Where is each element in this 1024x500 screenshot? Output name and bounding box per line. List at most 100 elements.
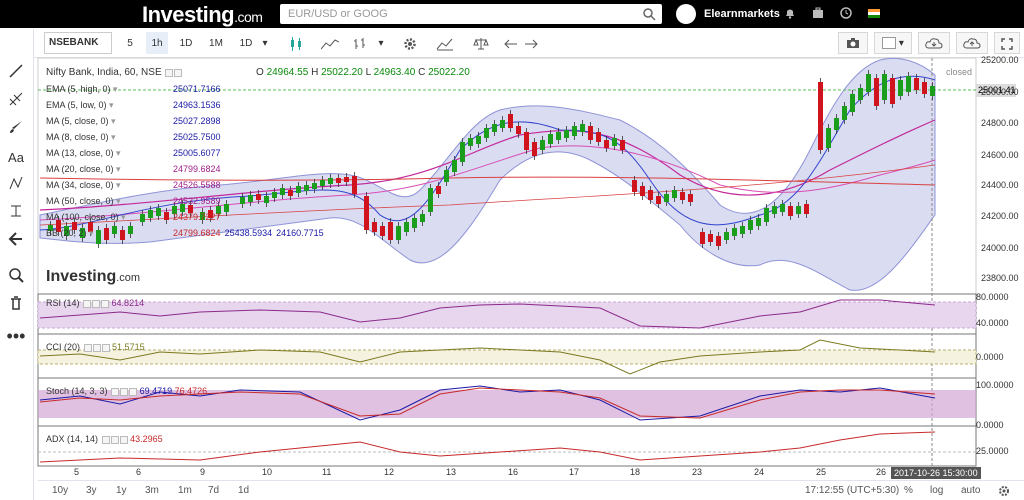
interval-1D-button[interactable]: 1D [174, 32, 198, 54]
redo-icon [525, 39, 538, 49]
cci-settings[interactable] [92, 343, 101, 352]
range-7d[interactable]: 7d [208, 485, 219, 496]
auto-toggle[interactable]: auto [961, 485, 980, 496]
compare-button[interactable] [468, 32, 494, 54]
cci-label: CCI (20) [46, 342, 81, 352]
high-label: H [311, 67, 319, 78]
stoch-close[interactable] [129, 387, 138, 396]
bars-chart-type-button[interactable] [348, 32, 372, 54]
chevron-down-icon[interactable]: ▾ [114, 148, 121, 158]
chevron-down-icon[interactable]: ▾ [114, 164, 121, 174]
measure-tool[interactable] [5, 203, 27, 225]
brush-tool[interactable] [5, 119, 27, 141]
gear-icon[interactable] [998, 485, 1010, 497]
range-3m[interactable]: 3m [145, 485, 159, 496]
log-toggle[interactable]: log [930, 485, 943, 496]
adx-toggle[interactable] [101, 435, 110, 444]
cloud-download-icon [925, 38, 943, 49]
rsi-settings[interactable] [92, 299, 101, 308]
candle-body [724, 232, 729, 240]
chart-title-row: Nifty Bank, India, 60, NSE [46, 67, 183, 78]
fullscreen-button[interactable] [994, 32, 1020, 54]
adx-settings[interactable] [110, 435, 119, 444]
rsi-toggle[interactable] [83, 299, 92, 308]
color-swatch [882, 37, 897, 50]
candle-body [500, 120, 505, 128]
briefcase-icon[interactable] [812, 7, 824, 19]
chevron-down-icon[interactable]: ▾ [87, 228, 94, 238]
interval-1M-button[interactable]: 1M [204, 32, 228, 54]
indicator-row: MA (20, close, 0) ▾ 24799.6824 [46, 162, 221, 178]
candle-body [740, 226, 745, 234]
zoom-tool[interactable] [5, 267, 27, 289]
settings-button[interactable] [398, 32, 422, 54]
settings-toggle[interactable] [174, 68, 183, 77]
interval-1h-button[interactable]: 1h [146, 32, 168, 54]
chevron-down-icon[interactable]: ▾ [109, 132, 116, 142]
snapshot-button[interactable] [838, 32, 868, 54]
range-1m[interactable]: 1m [178, 485, 192, 496]
undo-button[interactable] [500, 32, 522, 54]
candle-body [914, 78, 919, 90]
indicator-value: 24379.7227 [173, 212, 221, 222]
chevron-down-icon[interactable]: ▾ [114, 196, 121, 206]
chevron-down-icon[interactable]: ▾ [111, 84, 118, 94]
cci-axis-0: 0.0000 [976, 352, 1004, 362]
rsi-close[interactable] [101, 299, 110, 308]
range-1d[interactable]: 1d [238, 485, 249, 496]
candle-body [672, 190, 677, 198]
interval-dropdown[interactable]: 1D [234, 32, 258, 54]
chevron-down-icon[interactable]: ▾ [107, 100, 114, 110]
pattern-tool[interactable] [5, 175, 27, 197]
fib-tool[interactable] [5, 91, 27, 113]
redo-button[interactable] [520, 32, 542, 54]
search-box[interactable]: EUR/USD or GOOG [280, 4, 662, 24]
cci-toggle[interactable] [83, 343, 92, 352]
cci-close[interactable] [101, 343, 110, 352]
indicators-button[interactable] [430, 32, 460, 54]
save-layout-button[interactable] [956, 32, 988, 54]
candle-body [452, 160, 457, 172]
more-tools[interactable]: ••• [5, 326, 27, 351]
oscillator-pane-border [37, 293, 977, 335]
stoch-toggle[interactable] [111, 387, 120, 396]
candle-body [364, 196, 369, 230]
candles-chart-type-button[interactable] [282, 32, 310, 54]
chevron-down-icon[interactable]: ▾ [258, 32, 272, 54]
candle-body [140, 214, 145, 222]
back-tool[interactable] [5, 231, 27, 253]
clock-icon[interactable] [840, 7, 852, 19]
time-tick: 26 [876, 467, 887, 477]
more-icon: ••• [6, 326, 26, 346]
investing-logo[interactable]: Investing.com [142, 2, 263, 28]
range-1y[interactable]: 1y [116, 485, 127, 496]
symbol-input[interactable]: NSEBANK [44, 32, 112, 54]
range-3y[interactable]: 3y [86, 485, 97, 496]
pattern-icon [9, 176, 23, 190]
range-10y[interactable]: 10y [52, 485, 68, 496]
chevron-down-icon[interactable]: ▾ [109, 116, 116, 126]
candle-body [320, 180, 325, 186]
percent-toggle[interactable]: % [904, 485, 913, 496]
search-icon[interactable] [642, 7, 656, 21]
cloud-upload-icon [963, 38, 981, 49]
time-tick: 16 [508, 467, 519, 477]
bell-icon[interactable] [784, 7, 796, 19]
interval-5-button[interactable]: 5 [120, 32, 140, 54]
area-chart-type-button[interactable] [316, 32, 344, 54]
trend-line-tool[interactable] [5, 63, 27, 85]
chevron-down-icon[interactable]: ▾ [374, 32, 388, 54]
chevron-down-icon[interactable]: ▾ [114, 180, 121, 190]
adx-close[interactable] [119, 435, 128, 444]
stoch-settings[interactable] [120, 387, 129, 396]
chevron-down-icon[interactable]: ▾ [119, 212, 126, 222]
india-flag-icon[interactable] [868, 9, 880, 18]
candle-body [156, 208, 161, 216]
text-tool[interactable]: Aa [5, 147, 27, 169]
remove-drawings-tool[interactable] [5, 295, 27, 317]
color-picker-button[interactable]: ▾ [874, 32, 912, 54]
hide-toggle[interactable] [165, 68, 174, 77]
load-layout-button[interactable] [918, 32, 950, 54]
area-chart-icon [320, 39, 340, 50]
candle-body [850, 94, 855, 112]
